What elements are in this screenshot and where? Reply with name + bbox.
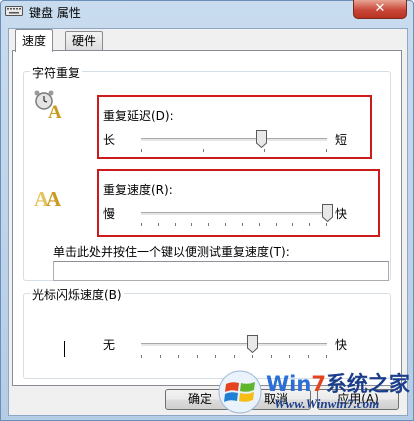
slider-tick [234, 355, 235, 358]
slider-tick [141, 355, 142, 358]
blink-min-label: 无 [103, 338, 116, 352]
repeat-delay-label: 重复延迟(D): [103, 109, 174, 123]
slider-tick [276, 223, 277, 226]
delay-min-label: 长 [103, 133, 116, 147]
slider-tick [225, 223, 226, 226]
rate-min-label: 慢 [103, 207, 116, 221]
repeat-rate-track[interactable] [141, 212, 327, 216]
speed-tab-panel: 字符重复 A 重复延迟(D): 长 短 A A 重复速度(R): 慢 快 单击此… [12, 50, 402, 386]
keyboard-icon [5, 6, 23, 16]
test-repeat-label: 单击此处并按住一个键以便测试重复速度(T): [53, 245, 290, 259]
cursor-blink-ticks [141, 355, 327, 359]
blink-max-label: 快 [335, 338, 348, 352]
cursor-blink-track[interactable] [141, 343, 327, 347]
slider-tick [160, 355, 161, 358]
slider-tick [309, 223, 310, 226]
dialog-window: 键盘 属性 ✕ 速度 硬件 字符重复 A 重复延迟(D): 长 短 A A 重复… [0, 0, 414, 421]
repeat-delay-track[interactable] [141, 138, 327, 142]
repeat-rate-slider-thumb[interactable] [322, 204, 333, 222]
cursor-blink-slider-thumb[interactable] [247, 335, 258, 353]
slider-tick [308, 355, 309, 358]
repeat-rate-label: 重复速度(R): [103, 183, 173, 197]
tab-hardware[interactable]: 硬件 [65, 31, 104, 51]
slider-tick [259, 223, 260, 226]
windows-flag-logo-icon [218, 370, 262, 414]
repeat-delay-ticks [141, 149, 327, 153]
char-repeat-legend: 字符重复 [30, 64, 83, 81]
slider-tick [215, 355, 216, 358]
slider-tick [326, 149, 327, 152]
slider-tick [292, 223, 293, 226]
cursor-blink-legend: 光标闪烁速度(B) [30, 286, 124, 303]
repeat-rate-ticks [141, 223, 327, 227]
site-watermark: Win7系统之家 Www.Winwin7.com [214, 368, 414, 421]
slider-tick [264, 149, 265, 152]
slider-tick [203, 149, 204, 152]
dialog-client-area: 速度 硬件 字符重复 A 重复延迟(D): 长 短 A A 重复速度(R): 慢… [8, 28, 408, 416]
slider-tick [289, 355, 290, 358]
watermark-title: Win7系统之家 [266, 372, 410, 396]
alarm-clock-A-icon: A [34, 90, 62, 121]
watermark-url: Www.Winwin7.com [274, 396, 380, 411]
slider-tick [191, 223, 192, 226]
window-title: 键盘 属性 [29, 6, 81, 20]
close-button[interactable]: ✕ [353, 0, 407, 19]
slider-tick [252, 355, 253, 358]
repeat-delay-slider-thumb[interactable] [256, 130, 267, 148]
slider-tick [141, 149, 142, 152]
delay-max-label: 短 [335, 133, 348, 147]
rate-max-label: 快 [335, 207, 348, 221]
title-bar[interactable]: 键盘 属性 ✕ [1, 0, 413, 21]
test-repeat-input[interactable] [53, 261, 389, 281]
slider-tick [326, 355, 327, 358]
slider-tick [175, 223, 176, 226]
svg-text:A: A [48, 102, 62, 121]
slider-tick [242, 223, 243, 226]
slider-tick [208, 223, 209, 226]
slider-tick [271, 355, 272, 358]
text-cursor-icon [64, 341, 65, 357]
slider-tick [326, 223, 327, 226]
svg-text:A: A [46, 187, 62, 211]
slider-tick [178, 355, 179, 358]
double-A-icon: A A [34, 187, 62, 211]
slider-tick [197, 355, 198, 358]
slider-tick [141, 223, 142, 226]
slider-tick [158, 223, 159, 226]
tab-speed[interactable]: 速度 [15, 29, 54, 52]
